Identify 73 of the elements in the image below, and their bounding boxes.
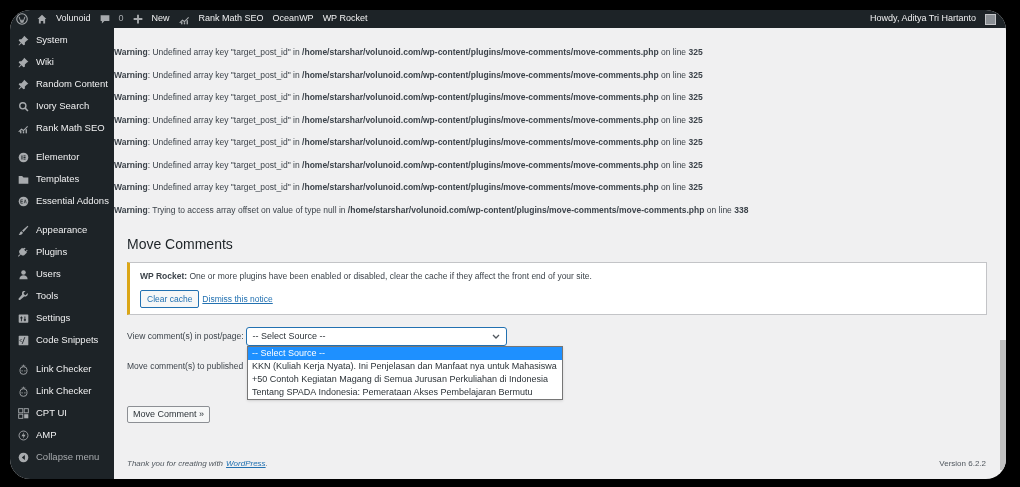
plug-icon bbox=[18, 246, 29, 258]
wordpress-link[interactable]: WordPress bbox=[226, 458, 266, 470]
elementor-icon bbox=[18, 151, 29, 163]
pin-icon bbox=[18, 56, 29, 68]
dropdown-option[interactable]: +50 Contoh Kegiatan Magang di Semua Jurusan Perkuliahan di Indonesia bbox=[248, 373, 562, 387]
warning-message: Warning: Undefined array key "target_post_id" in /home/starshar/volunoid.com/wp-content/plugins/move-comments/move-comments.php on line 325 bbox=[114, 158, 704, 171]
collapse-icon bbox=[18, 451, 29, 463]
wordpress-logo-icon[interactable] bbox=[16, 13, 28, 25]
notice-text: WP Rocket: One or more plugins have been enabled or disabled, clear the cache if they affect the front end of your site. bbox=[140, 269, 593, 283]
greeting-text[interactable]: Howdy, Aditya Tri Hartanto bbox=[870, 12, 976, 26]
folder-icon bbox=[18, 173, 29, 185]
dropdown-option[interactable]: Tentang SPADA Indonesia: Pemerataan Akses Pembelajaran Bermutu bbox=[248, 386, 562, 400]
version-text: Version 6.2.2 bbox=[939, 458, 986, 470]
sidebar-item[interactable]: Tools bbox=[10, 285, 114, 307]
admin-bar-link[interactable]: OceanWP bbox=[272, 12, 314, 26]
comment-icon bbox=[99, 14, 110, 24]
search-icon bbox=[18, 100, 29, 112]
sidebar-item[interactable]: AMP bbox=[10, 424, 114, 446]
warning-message: Warning: Undefined array key "target_post_id" in /home/starshar/volunoid.com/wp-content/plugins/move-comments/move-comments.php on line 325 bbox=[114, 91, 704, 103]
clear-cache-button[interactable]: Clear cache bbox=[140, 290, 200, 309]
addons-icon bbox=[18, 195, 29, 207]
dismiss-link[interactable]: Dismiss this notice bbox=[202, 292, 273, 306]
warning-message: Warning: Undefined array key "target_post_id" in /home/starshar/volunoid.com/wp-content/plugins/move-comments/move-comments.php on line 325 bbox=[114, 46, 704, 58]
sidebar-item[interactable]: Link Checker bbox=[10, 380, 114, 402]
chevron-icon bbox=[491, 334, 500, 340]
sidebar-item[interactable]: Appearance bbox=[10, 219, 114, 241]
sidebar-item[interactable]: Elementor bbox=[10, 146, 114, 168]
sidebar-item[interactable]: Plugins bbox=[10, 241, 114, 263]
warning-message: Warning: Undefined array key "target_post_id" in /home/starshar/volunoid.com/wp-content/plugins/move-comments/move-comments.php on line 325 bbox=[114, 113, 704, 126]
pin-icon bbox=[18, 78, 29, 90]
warning-message: Warning: Undefined array key "target_post_id" in /home/starshar/volunoid.com/wp-content/plugins/move-comments/move-comments.php on line 325 bbox=[114, 181, 704, 193]
page-title: Move Comments bbox=[127, 234, 234, 254]
home-icon bbox=[37, 14, 47, 24]
warning-message: Warning: Undefined array key "target_post_id" in /home/starshar/volunoid.com/wp-content/plugins/move-comments/move-comments.php on line 325 bbox=[114, 136, 704, 148]
sidebar-item[interactable]: Rank Math SEO bbox=[10, 117, 114, 139]
admin-bar-link[interactable]: Volunoid bbox=[56, 12, 91, 26]
brush-icon bbox=[18, 224, 29, 236]
sidebar-item[interactable]: Users bbox=[10, 263, 114, 285]
code-icon bbox=[18, 334, 29, 346]
wrench-icon bbox=[18, 290, 29, 302]
face-icon bbox=[18, 363, 29, 375]
plus-icon bbox=[132, 14, 143, 24]
sidebar-item[interactable]: Code Snippets bbox=[10, 329, 114, 351]
sidebar-item[interactable]: Essential Addons bbox=[10, 190, 114, 212]
user-icon bbox=[18, 268, 29, 280]
warning-message: Warning: Undefined array key "target_post_id" in /home/starshar/volunoid.com/wp-content/plugins/move-comments/move-comments.php on line 325 bbox=[114, 68, 704, 81]
pin-icon bbox=[18, 34, 29, 46]
admin-bar-link[interactable]: Rank Math SEO bbox=[198, 12, 264, 26]
settings-icon bbox=[18, 312, 29, 324]
sidebar-item[interactable]: Wiki bbox=[10, 51, 114, 73]
footer-text: Thank you for creating with bbox=[127, 458, 224, 470]
face-icon bbox=[18, 385, 29, 397]
sidebar-item[interactable]: CPT UI bbox=[10, 402, 114, 424]
sidebar-item[interactable]: Ivory Search bbox=[10, 95, 114, 117]
admin-bar-link[interactable]: WP Rocket bbox=[322, 12, 368, 26]
avatar-placeholder[interactable] bbox=[985, 13, 996, 25]
sidebar-item[interactable]: Random Content bbox=[10, 73, 114, 95]
sidebar-item[interactable]: Templates bbox=[10, 168, 114, 190]
sidebar-item[interactable]: Settings bbox=[10, 307, 114, 329]
footer-text: . bbox=[265, 458, 268, 470]
field-label: View comment(s) in post/page: bbox=[127, 330, 244, 344]
bolt-icon bbox=[18, 429, 29, 441]
sidebar-item[interactable]: System bbox=[10, 29, 114, 51]
admin-bar-link[interactable]: New bbox=[151, 12, 170, 26]
dropdown-option[interactable]: KKN (Kuliah Kerja Nyata). Ini Penjelasan dan Manfaat nya untuk Mahasiswa bbox=[248, 360, 562, 374]
field-label: Move comment(s) to published bbox=[127, 360, 244, 373]
warning-message: Warning: Trying to access array offset on value of type null in /home/starshar/volunoid.com/wp-content/plugins/move-comments/move-comments.php on line 338 bbox=[114, 203, 750, 216]
sidebar-item[interactable]: Collapse menu bbox=[10, 446, 114, 468]
sidebar-item[interactable]: Link Checker bbox=[10, 358, 114, 380]
admin-bar-link[interactable]: 0 bbox=[118, 12, 124, 26]
move-comment-button[interactable]: Move Comment » bbox=[127, 406, 211, 424]
source-select[interactable]: -- Select Source -- bbox=[245, 327, 507, 347]
grid-icon bbox=[18, 407, 29, 419]
